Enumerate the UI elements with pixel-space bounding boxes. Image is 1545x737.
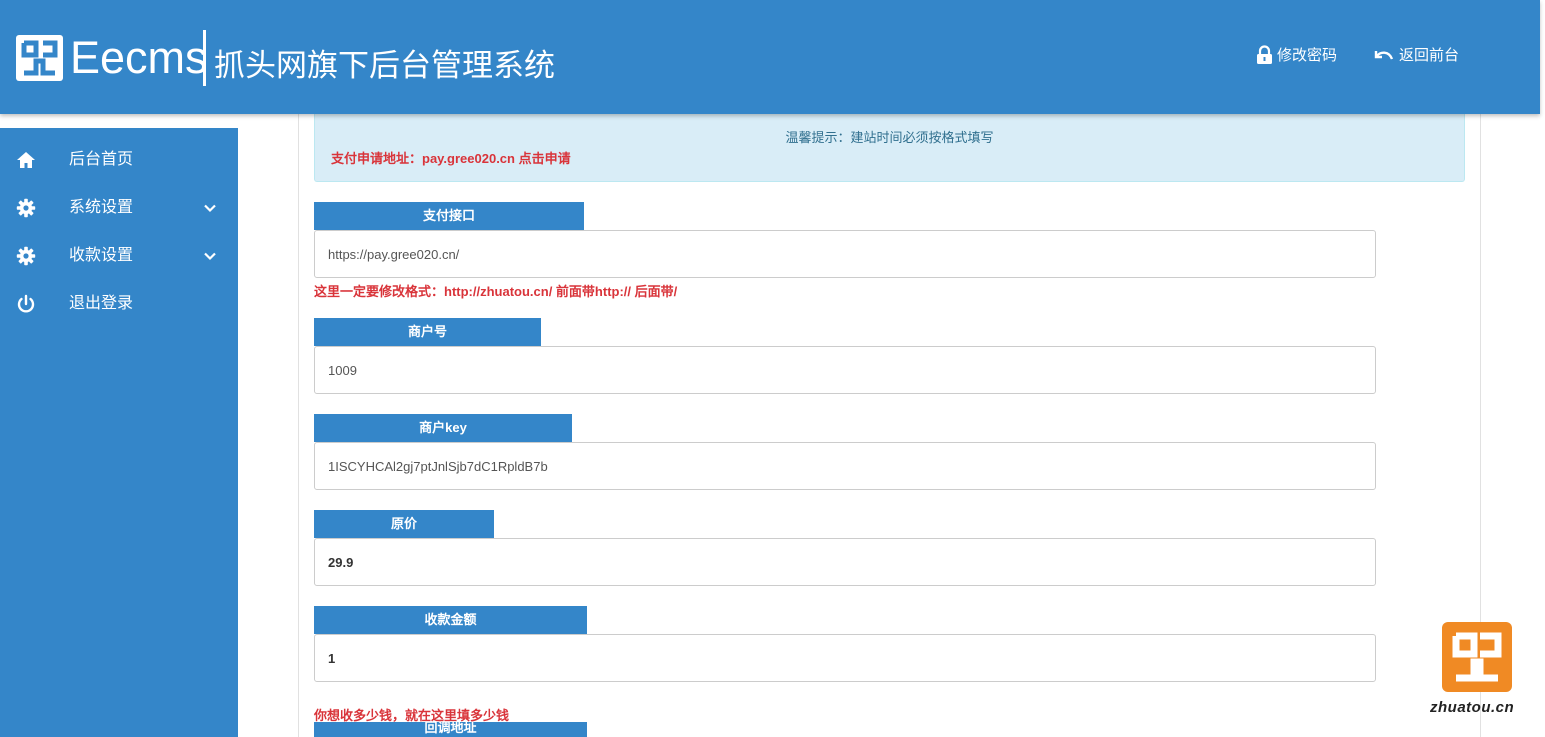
pay-api-hint: 这里一定要修改格式：http://zhuatou.cn/ 前面带http:// … (314, 284, 678, 299)
change-password-link[interactable]: 修改密码 (1256, 44, 1337, 65)
notice-tip: 温馨提示：建站时间必须按格式填写 (785, 130, 994, 145)
logo-icon (16, 35, 63, 81)
amount-input[interactable] (314, 634, 1376, 682)
pay-api-input[interactable] (314, 230, 1376, 278)
watermark-text: zhuatou.cn (1430, 699, 1515, 716)
merchant-id-label: 商户号 (314, 318, 541, 346)
top-header: Eecms 抓头网旗下后台管理系统 修改密码 返回前台 (0, 0, 1540, 114)
notice-box: 温馨提示：建站时间必须按格式填写 支付申请地址：pay.gree020.cn 点… (314, 114, 1465, 182)
sidebar-item-label: 系统设置 (69, 199, 134, 216)
apply-link[interactable]: 支付申请地址：pay.gree020.cn 点击申请 (331, 148, 571, 167)
chevron-down-icon (203, 201, 217, 215)
sidebar-item-label: 退出登录 (69, 295, 134, 312)
amount-label: 收款金额 (314, 606, 587, 634)
lock-icon (1256, 44, 1273, 65)
original-price-label: 原价 (314, 510, 494, 538)
brand-name: Eecms (70, 32, 208, 83)
system-title: 抓头网旗下后台管理系统 (214, 48, 555, 83)
header-divider (203, 30, 206, 86)
sidebar-item-label: 后台首页 (69, 151, 134, 168)
power-icon (16, 294, 36, 314)
pay-api-label: 支付接口 (314, 202, 584, 230)
merchant-key-input[interactable] (314, 442, 1376, 490)
back-to-front-label: 返回前台 (1399, 47, 1460, 64)
gear-icon (16, 198, 36, 218)
sidebar-item-logout[interactable]: 退出登录 (0, 280, 238, 328)
callback-url-label: 回调地址 (314, 722, 587, 737)
back-to-front-link[interactable]: 返回前台 (1373, 44, 1459, 65)
change-password-label: 修改密码 (1277, 47, 1338, 64)
chevron-down-icon (203, 249, 217, 263)
home-icon (16, 150, 36, 170)
callback-url-label-text: 回调地址 (424, 722, 477, 735)
merchant-id-input[interactable] (314, 346, 1376, 394)
sidebar-item-payment-settings[interactable]: 收款设置 (0, 232, 238, 280)
undo-icon (1373, 47, 1395, 63)
sidebar-item-home[interactable]: 后台首页 (0, 136, 238, 184)
sidebar-item-system-settings[interactable]: 系统设置 (0, 184, 238, 232)
sidebar-item-label: 收款设置 (69, 247, 134, 264)
original-price-input[interactable] (314, 538, 1376, 586)
merchant-key-label: 商户key (314, 414, 572, 442)
sidebar: 后台首页 系统设置 收款设置 退出登录 (0, 128, 238, 737)
gear-icon (16, 246, 36, 266)
watermark-logo-icon (1442, 622, 1512, 692)
